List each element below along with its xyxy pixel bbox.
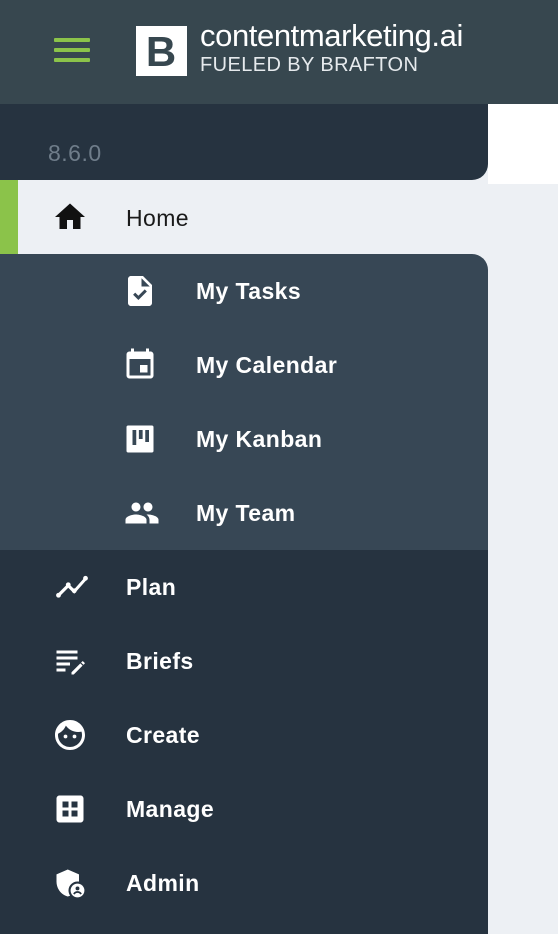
home-icon xyxy=(52,199,88,235)
admin-shield-icon xyxy=(52,865,88,901)
sidebar-item-my-tasks[interactable]: My Tasks xyxy=(0,254,488,328)
svg-text:B: B xyxy=(146,28,176,75)
sidebar-item-label: My Team xyxy=(196,500,296,526)
sidebar-item-plan[interactable]: Plan xyxy=(0,550,488,624)
sidebar-item-label: Create xyxy=(126,722,200,748)
brand-logo: contentmarketing.ai FUELED BY BRAFTON xyxy=(200,18,463,77)
hamburger-icon[interactable] xyxy=(54,38,90,62)
version-bar: 8.6.0 xyxy=(0,104,488,180)
sidebar-item-label: Home xyxy=(126,205,189,231)
sidebar-item-briefs[interactable]: Briefs xyxy=(0,624,488,698)
sidebar: 8.6.0 Home My Tasks My Calendar My Kanba… xyxy=(0,104,488,934)
task-file-icon xyxy=(122,273,158,309)
sidebar-item-label: Briefs xyxy=(126,648,194,674)
brief-edit-icon xyxy=(52,643,88,679)
sidebar-item-label: My Tasks xyxy=(196,278,302,304)
sidebar-item-label: Manage xyxy=(126,796,215,822)
brand-subtitle: FUELED BY BRAFTON xyxy=(200,54,419,76)
grid-icon xyxy=(52,791,88,827)
sidebar-item-home[interactable]: Home xyxy=(0,180,488,254)
sidebar-item-label: Plan xyxy=(126,574,177,600)
sidebar-item-create[interactable]: Create xyxy=(0,698,488,772)
face-icon xyxy=(52,717,88,753)
sidebar-item-label: My Calendar xyxy=(196,352,338,378)
team-icon xyxy=(122,495,159,531)
brand-title: contentmarketing.ai xyxy=(200,18,463,53)
sidebar-item-admin[interactable]: Admin xyxy=(0,846,488,920)
sidebar-item-my-kanban[interactable]: My Kanban xyxy=(0,402,488,476)
trend-line-icon xyxy=(52,569,88,605)
brand-logo-mark: B xyxy=(136,26,187,76)
sidebar-item-my-calendar[interactable]: My Calendar xyxy=(0,328,488,402)
calendar-icon xyxy=(122,347,158,383)
sidebar-item-label: Admin xyxy=(126,870,200,896)
main-nav: Plan Briefs Create Manage Admin xyxy=(0,550,488,934)
home-submenu: My Tasks My Calendar My Kanban My Team xyxy=(0,254,488,550)
sidebar-item-my-team[interactable]: My Team xyxy=(0,476,488,550)
sidebar-item-label: My Kanban xyxy=(196,426,323,452)
app-header: B contentmarketing.ai FUELED BY BRAFTON xyxy=(0,0,558,104)
content-area xyxy=(488,104,558,184)
kanban-icon xyxy=(122,421,158,457)
sidebar-item-manage[interactable]: Manage xyxy=(0,772,488,846)
active-indicator xyxy=(0,180,18,254)
version-label: 8.6.0 xyxy=(48,140,102,166)
